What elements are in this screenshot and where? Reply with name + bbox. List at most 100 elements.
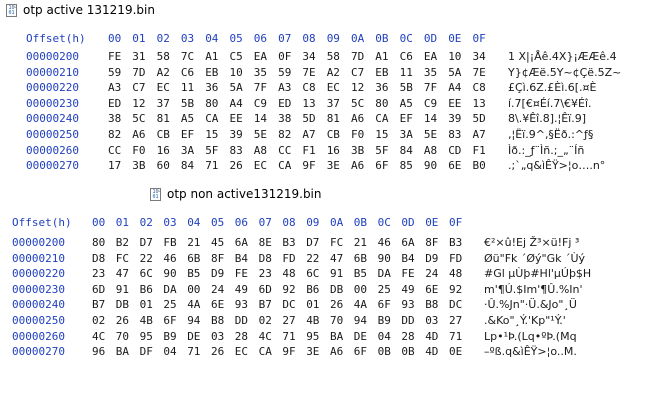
byte-cell[interactable]: CA <box>205 112 218 125</box>
byte-cell[interactable]: 12 <box>132 97 145 110</box>
byte-cell[interactable]: A6 <box>351 159 364 172</box>
byte-cell[interactable]: D9 <box>211 267 224 280</box>
byte-cell[interactable]: EB <box>375 66 388 79</box>
byte-cell[interactable]: 46 <box>378 236 391 249</box>
byte-cell[interactable]: EE <box>448 97 461 110</box>
byte-cell[interactable]: D8 <box>92 252 105 265</box>
byte-cell[interactable]: 94 <box>354 314 367 327</box>
byte-cell[interactable]: A6 <box>132 128 145 141</box>
byte-cell[interactable]: 70 <box>330 314 343 327</box>
byte-cell[interactable]: 6C <box>306 267 319 280</box>
byte-cell[interactable]: CA <box>259 345 272 358</box>
byte-cell[interactable]: 39 <box>448 112 461 125</box>
byte-cell[interactable]: 90 <box>163 267 176 280</box>
byte-cell[interactable]: 4C <box>92 330 105 343</box>
byte-cell[interactable]: 24 <box>211 283 224 296</box>
byte-cell[interactable]: 92 <box>282 283 295 296</box>
byte-cell[interactable]: 71 <box>282 330 295 343</box>
byte-cell[interactable]: CA <box>278 159 291 172</box>
byte-cell[interactable]: 48 <box>282 267 295 280</box>
byte-cell[interactable]: 01 <box>306 298 319 311</box>
ascii-text[interactable]: m'¶Ú.$Im'¶Û.%In' <box>484 283 583 296</box>
byte-cell[interactable]: 34 <box>473 50 486 63</box>
byte-cell[interactable]: 25 <box>163 298 176 311</box>
byte-cell[interactable]: 7D <box>351 50 364 63</box>
byte-cell[interactable]: A5 <box>181 112 194 125</box>
ascii-text[interactable]: ‚¦Ëï.9^‚§Ëð.:^ƒ§ <box>508 128 593 141</box>
byte-cell[interactable]: 35 <box>424 66 437 79</box>
byte-cell[interactable]: 9F <box>282 345 295 358</box>
byte-cell[interactable]: 5D <box>473 112 486 125</box>
byte-cell[interactable]: C7 <box>132 81 145 94</box>
byte-cell[interactable]: 5D <box>302 112 315 125</box>
ascii-text[interactable]: 8\.¥Êî.8].¦Êï.9] <box>508 112 586 125</box>
byte-cell[interactable]: 80 <box>375 97 388 110</box>
byte-cell[interactable]: D7 <box>306 236 319 249</box>
byte-cell[interactable]: 34 <box>302 50 315 63</box>
byte-cell[interactable]: 6A <box>235 236 248 249</box>
byte-cell[interactable]: 49 <box>235 283 248 296</box>
byte-cell[interactable]: 17 <box>108 159 121 172</box>
byte-cell[interactable]: 5E <box>254 128 267 141</box>
byte-cell[interactable]: D9 <box>425 252 438 265</box>
byte-cell[interactable]: DB <box>330 283 343 296</box>
byte-cell[interactable]: 47 <box>116 267 129 280</box>
byte-cell[interactable]: 6D <box>92 283 105 296</box>
ascii-text[interactable]: 1 X|¡Åê.4X}¡ÆÆê.4 <box>508 50 617 63</box>
byte-cell[interactable]: 58 <box>327 50 340 63</box>
byte-cell[interactable]: 3A <box>400 128 413 141</box>
byte-cell[interactable]: B2 <box>116 236 129 249</box>
byte-cell[interactable]: B3 <box>282 236 295 249</box>
byte-cell[interactable]: 71 <box>449 330 462 343</box>
byte-cell[interactable]: 48 <box>449 267 462 280</box>
byte-cell[interactable]: 5F <box>375 144 388 157</box>
byte-cell[interactable]: CB <box>157 128 170 141</box>
byte-cell[interactable]: C9 <box>424 97 437 110</box>
byte-cell[interactable]: CC <box>278 144 291 157</box>
byte-cell[interactable]: B3 <box>449 236 462 249</box>
byte-cell[interactable]: 6D <box>259 283 272 296</box>
byte-cell[interactable]: DC <box>282 298 295 311</box>
byte-cell[interactable]: 5B <box>400 81 413 94</box>
byte-cell[interactable]: 5E <box>424 128 437 141</box>
byte-cell[interactable]: 15 <box>205 128 218 141</box>
byte-cell[interactable]: 16 <box>327 144 340 157</box>
byte-cell[interactable]: 47 <box>330 252 343 265</box>
byte-cell[interactable]: EC <box>235 345 248 358</box>
byte-cell[interactable]: 59 <box>278 66 291 79</box>
byte-cell[interactable]: 14 <box>254 112 267 125</box>
byte-cell[interactable]: 5A <box>448 66 461 79</box>
byte-cell[interactable]: 85 <box>400 159 413 172</box>
byte-cell[interactable]: B7 <box>259 298 272 311</box>
byte-cell[interactable]: B6 <box>140 283 153 296</box>
byte-cell[interactable]: 7E <box>302 66 315 79</box>
byte-cell[interactable]: A8 <box>254 144 267 157</box>
byte-cell[interactable]: CA <box>375 112 388 125</box>
byte-cell[interactable]: A6 <box>330 345 343 358</box>
byte-cell[interactable]: FC <box>330 236 343 249</box>
byte-cell[interactable]: 35 <box>254 66 267 79</box>
byte-cell[interactable]: 6B <box>354 252 367 265</box>
byte-cell[interactable]: 26 <box>230 159 243 172</box>
byte-cell[interactable]: 58 <box>157 50 170 63</box>
byte-cell[interactable]: 6B <box>187 252 200 265</box>
byte-cell[interactable]: 71 <box>205 159 218 172</box>
byte-cell[interactable]: B5 <box>354 267 367 280</box>
ascii-text[interactable]: .;`„q&ìÊŸ>¦o….n° <box>508 159 605 172</box>
byte-cell[interactable]: 03 <box>211 330 224 343</box>
byte-cell[interactable]: DD <box>401 314 414 327</box>
byte-cell[interactable]: BA <box>116 345 129 358</box>
byte-cell[interactable]: 0B <box>401 345 414 358</box>
byte-cell[interactable]: C8 <box>473 81 486 94</box>
ascii-text[interactable]: €²×û!Ej Ž³×ü!Fj ³ <box>484 236 579 249</box>
byte-cell[interactable]: 45 <box>211 236 224 249</box>
byte-cell[interactable]: 00 <box>354 283 367 296</box>
byte-cell[interactable]: 0B <box>378 345 391 358</box>
byte-cell[interactable]: 13 <box>302 97 315 110</box>
byte-cell[interactable]: 6E <box>211 298 224 311</box>
byte-cell[interactable]: 04 <box>163 345 176 358</box>
byte-cell[interactable]: 36 <box>205 81 218 94</box>
byte-cell[interactable]: 10 <box>230 66 243 79</box>
byte-cell[interactable]: A4 <box>448 81 461 94</box>
byte-cell[interactable]: 96 <box>92 345 105 358</box>
